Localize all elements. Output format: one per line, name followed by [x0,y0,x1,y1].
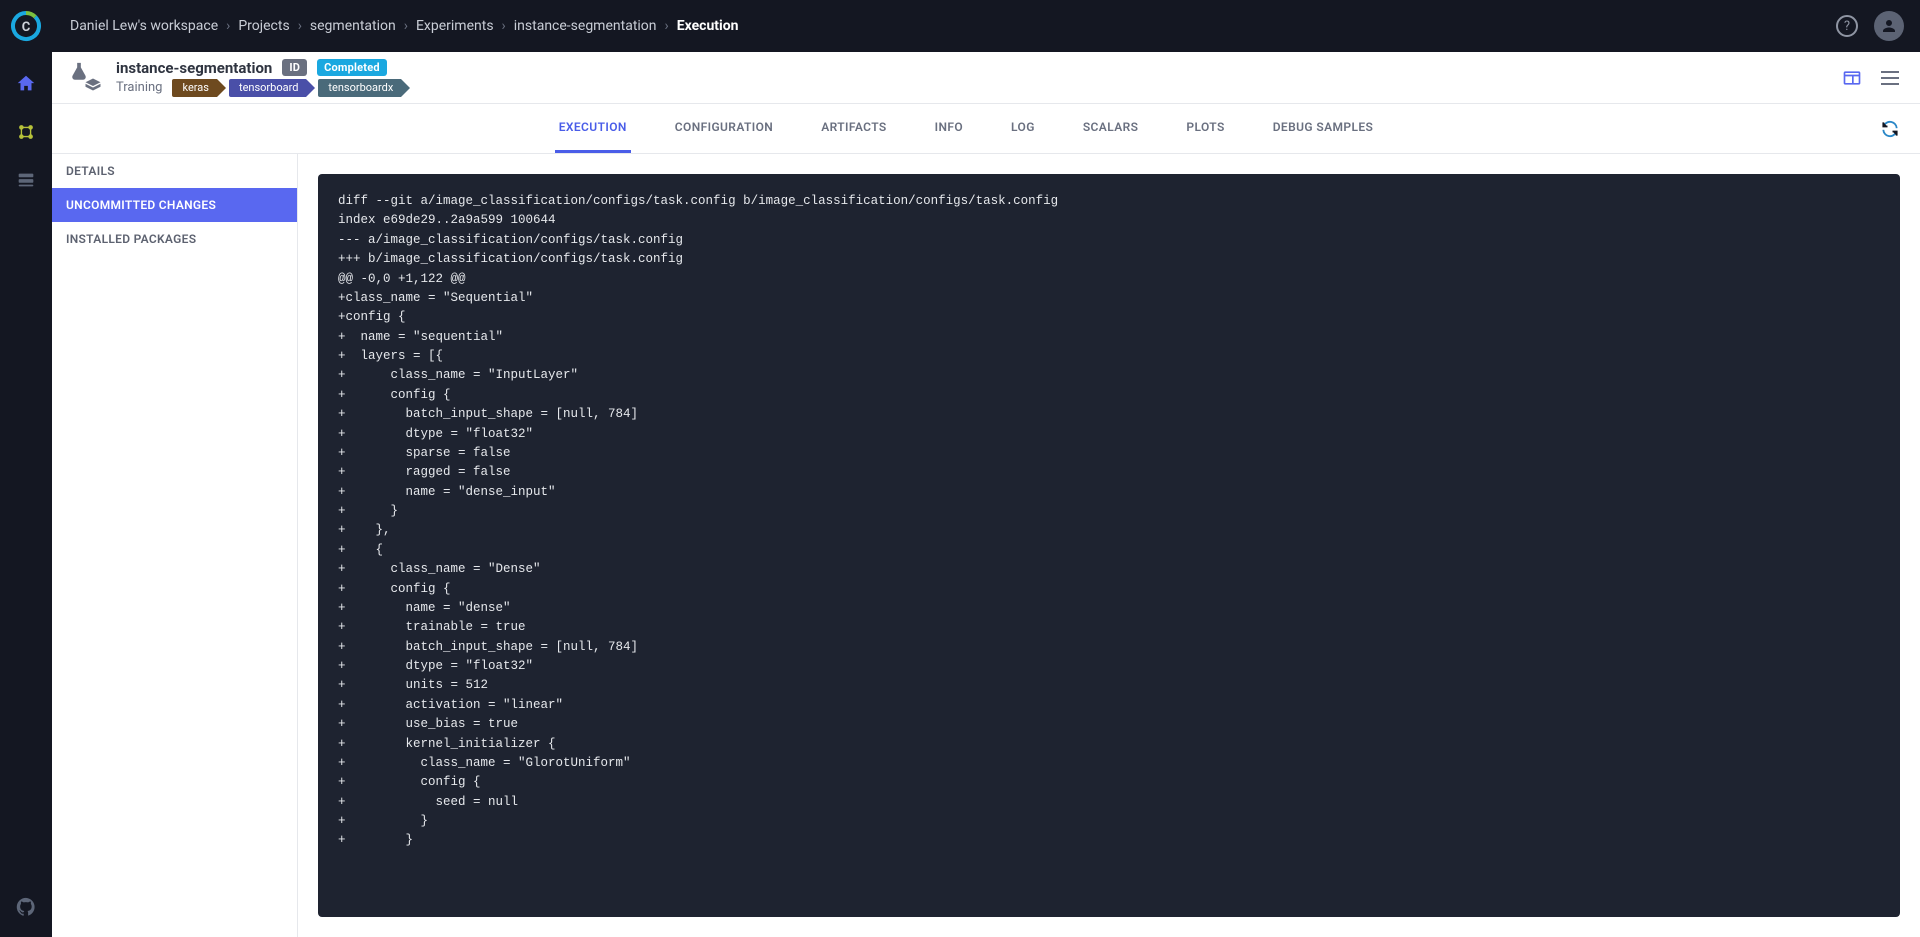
nav-models[interactable] [0,112,52,152]
tab-debug-samples[interactable]: DEBUG SAMPLES [1269,104,1378,153]
crumb-workspace[interactable]: Daniel Lew's workspace [70,18,218,34]
chevron-right-icon: › [226,18,230,34]
experiment-title: instance-segmentation [116,59,272,77]
chevron-right-icon: › [502,18,506,34]
app-logo[interactable]: C [0,0,52,52]
tag-tensorboard[interactable]: tensorboard [229,79,306,97]
task-type-label: Training [116,80,162,95]
refresh-icon[interactable] [1880,119,1900,139]
nav-compute[interactable] [0,160,52,200]
user-avatar[interactable] [1874,11,1904,41]
menu-icon[interactable] [1880,68,1900,88]
tab-log[interactable]: LOG [1007,104,1039,153]
panel-layout-icon[interactable] [1842,68,1862,88]
tab-artifacts[interactable]: ARTIFACTS [817,104,890,153]
crumb-projects[interactable]: Projects [238,18,289,34]
logo-icon: C [10,10,42,42]
tab-plots[interactable]: PLOTS [1182,104,1228,153]
tab-execution[interactable]: EXECUTION [555,104,631,153]
help-icon[interactable]: ? [1836,15,1858,37]
chevron-right-icon: › [404,18,408,34]
tag-keras[interactable]: keras [172,79,216,97]
tag-tensorboardx[interactable]: tensorboardx [318,79,401,97]
tabs-row: EXECUTION CONFIGURATION ARTIFACTS INFO L… [52,104,1920,154]
tab-info[interactable]: INFO [931,104,967,153]
left-nav-rail [0,52,52,937]
diff-code-block[interactable]: diff --git a/image_classification/config… [318,174,1900,917]
svg-text:C: C [22,20,31,35]
experiment-type-icon [68,61,102,95]
crumb-project[interactable]: segmentation [310,18,396,34]
experiment-header: instance-segmentation ID Completed Train… [52,52,1920,104]
execution-body: DETAILS UNCOMMITTED CHANGES INSTALLED PA… [52,154,1920,937]
crumb-experiments[interactable]: Experiments [416,18,494,34]
tab-scalars[interactable]: SCALARS [1079,104,1143,153]
chevron-right-icon: › [665,18,669,34]
crumb-experiment[interactable]: instance-segmentation [514,18,657,34]
content-area: diff --git a/image_classification/config… [298,154,1920,937]
topbar-actions: ? [1836,11,1904,41]
topbar: C Daniel Lew's workspace › Projects › se… [0,0,1920,52]
page-body: instance-segmentation ID Completed Train… [52,52,1920,937]
tag-list: keras tensorboard tensorboardx [172,79,401,97]
nav-home[interactable] [0,64,52,104]
breadcrumbs: Daniel Lew's workspace › Projects › segm… [52,18,738,34]
crumb-current: Execution [677,18,739,34]
id-badge[interactable]: ID [282,59,307,76]
side-item-installed-packages[interactable]: INSTALLED PACKAGES [52,222,297,256]
chevron-right-icon: › [298,18,302,34]
execution-sidepanel: DETAILS UNCOMMITTED CHANGES INSTALLED PA… [52,154,298,937]
status-badge: Completed [317,59,387,76]
tab-configuration[interactable]: CONFIGURATION [671,104,777,153]
side-item-details[interactable]: DETAILS [52,154,297,188]
side-item-uncommitted-changes[interactable]: UNCOMMITTED CHANGES [52,188,297,222]
nav-github[interactable] [0,887,52,927]
